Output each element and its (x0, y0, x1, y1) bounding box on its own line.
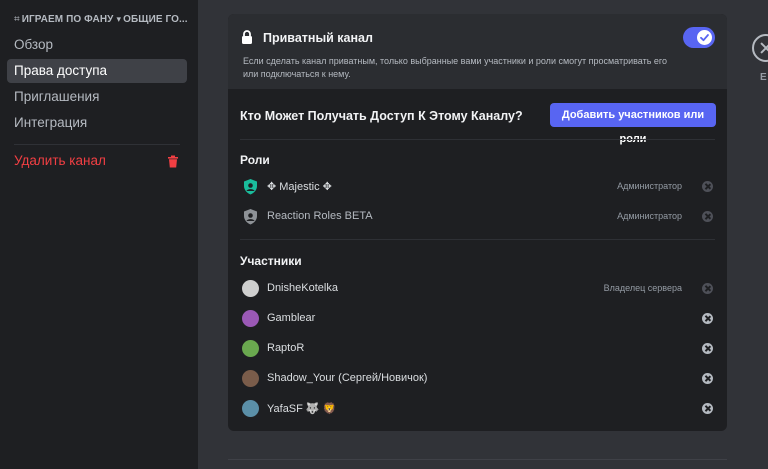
member-name: DnisheKotelka (267, 282, 338, 294)
lock-icon (242, 30, 252, 44)
role-name: Reaction Roles BETA (267, 210, 373, 222)
delete-channel-button[interactable]: Удалить канал (7, 149, 187, 173)
trash-icon (168, 155, 178, 168)
member-name: Shadow_Your (Сергей/Новичок) (267, 372, 428, 384)
close-settings-button[interactable] (752, 34, 768, 62)
permissions-panel: Приватный канал Если сделать канал прива… (228, 14, 727, 431)
avatar (242, 280, 259, 297)
member-row[interactable]: RaptoR (240, 337, 715, 361)
remove-member-icon[interactable] (702, 343, 713, 354)
avatar (242, 400, 259, 417)
private-channel-title: Приватный канал (263, 31, 373, 45)
shield-icon (244, 209, 257, 225)
role-row-reaction-roles[interactable]: Reaction Roles BETA Администратор (240, 205, 715, 229)
sidebar-item-overview[interactable]: Обзор (7, 33, 187, 57)
folder-icon: ▾ (116, 14, 122, 24)
settings-sidebar: ⌗ ИГРАЕМ ПО ФАНУ ▾ ОБЩИЕ ГО... Обзор Права … (0, 0, 198, 469)
breadcrumb: ⌗ ИГРАЕМ ПО ФАНУ ▾ ОБЩИЕ ГО... (14, 14, 194, 25)
remove-member-icon[interactable] (702, 283, 713, 294)
avatar (242, 370, 259, 387)
add-members-or-roles-button[interactable]: Добавить участников или роли (550, 103, 716, 145)
private-channel-description: Если сделать канал приватным, только выб… (243, 56, 667, 79)
role-row-majestic[interactable]: ✥ Majestic ✥ Администратор (240, 175, 715, 199)
members-heading: Участники (240, 254, 302, 268)
role-tag: Администратор (617, 181, 682, 191)
remove-role-icon[interactable] (702, 211, 713, 222)
divider (240, 139, 715, 140)
member-name: Gamblear (267, 312, 316, 324)
member-row[interactable]: Gamblear (240, 307, 715, 331)
private-channel-toggle[interactable] (683, 27, 715, 48)
sidebar-divider (14, 144, 180, 145)
divider (240, 239, 715, 240)
check-icon (700, 34, 709, 42)
avatar (242, 310, 259, 327)
role-tag: Администратор (617, 211, 682, 221)
private-channel-box: Приватный канал Если сделать канал прива… (228, 14, 727, 89)
roles-heading: Роли (240, 153, 270, 167)
member-row[interactable]: Shadow_Your (Сергей/Новичок) (240, 367, 715, 391)
member-name: YafaSF 🐺 🦁 (267, 403, 337, 415)
avatar (242, 340, 259, 357)
member-row[interactable]: YafaSF 🐺 🦁 (240, 397, 715, 421)
remove-member-icon[interactable] (702, 373, 713, 384)
member-name: RaptoR (267, 342, 305, 354)
delete-channel-label: Удалить канал (14, 153, 106, 168)
member-row[interactable]: DnisheKotelka Владелец сервера (240, 277, 715, 301)
breadcrumb-category: ОБЩИЕ ГО... (123, 14, 188, 25)
remove-member-icon[interactable] (702, 313, 713, 324)
sidebar-item-invites[interactable]: Приглашения (7, 85, 187, 109)
divider (228, 459, 727, 460)
member-tag: Владелец сервера (603, 283, 682, 293)
remove-role-icon[interactable] (702, 181, 713, 192)
remove-member-icon[interactable] (702, 403, 713, 414)
role-name: ✥ Majestic ✥ (267, 181, 332, 193)
sidebar-item-permissions[interactable]: Права доступа (7, 59, 187, 83)
breadcrumb-channel: ИГРАЕМ ПО ФАНУ (21, 14, 114, 25)
close-settings-label: E (760, 72, 767, 83)
text-channel-icon: ⌗ (14, 14, 20, 25)
toggle-knob (697, 30, 712, 45)
access-title: Кто Может Получать Доступ К Этому Каналу… (240, 109, 523, 123)
sidebar-item-integrations[interactable]: Интеграция (7, 111, 187, 135)
shield-icon (244, 179, 257, 195)
